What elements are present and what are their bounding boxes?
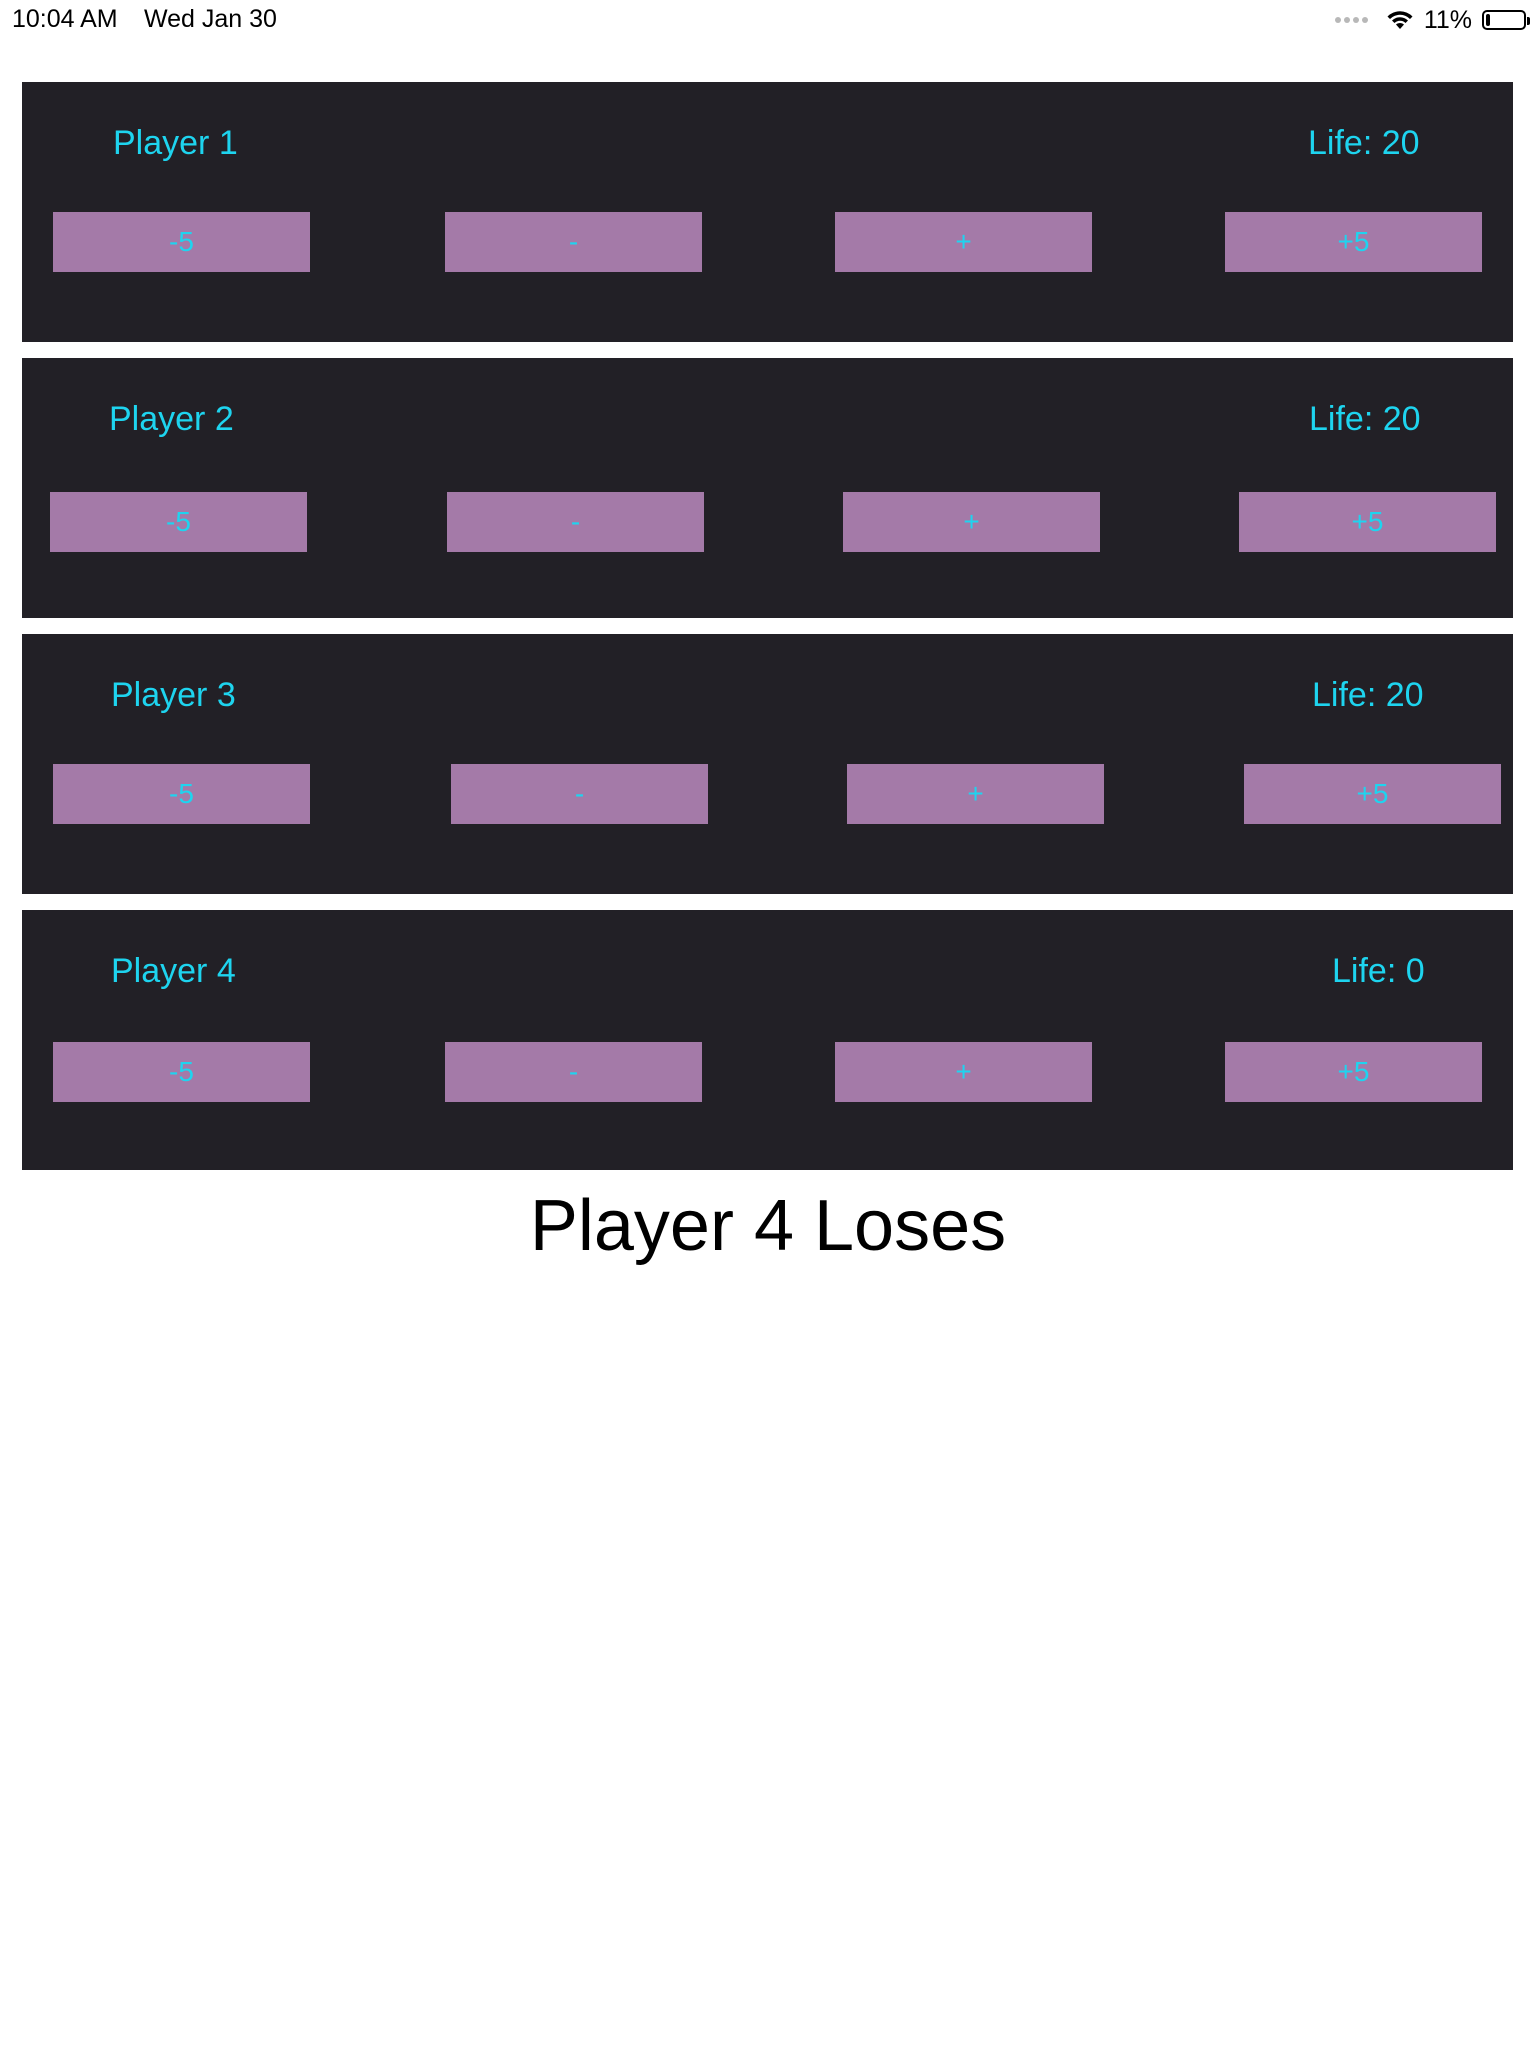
player-panel-3: Player 3 Life: 20 -5 - + +5 bbox=[22, 634, 1513, 894]
status-time: 10:04 AM bbox=[12, 5, 118, 33]
minus-five-button[interactable]: -5 bbox=[50, 492, 307, 552]
player-panel-1: Player 1 Life: 20 -5 - + +5 bbox=[22, 82, 1513, 342]
plus-one-button[interactable]: + bbox=[835, 212, 1092, 272]
battery-percent: 11% bbox=[1423, 5, 1472, 34]
minus-one-button[interactable]: - bbox=[447, 492, 704, 552]
minus-five-button[interactable]: -5 bbox=[53, 764, 310, 824]
plus-one-button[interactable]: + bbox=[847, 764, 1104, 824]
player-panel-4: Player 4 Life: 0 -5 - + +5 bbox=[22, 910, 1513, 1170]
player-life: Life: 20 bbox=[1308, 124, 1420, 162]
plus-one-button[interactable]: + bbox=[843, 492, 1100, 552]
status-indicators: 11% bbox=[1334, 5, 1530, 35]
player-name: Player 1 bbox=[113, 124, 238, 162]
plus-five-button[interactable]: +5 bbox=[1225, 212, 1482, 272]
result-message: Player 4 Loses bbox=[529, 1186, 1007, 1266]
player-life: Life: 0 bbox=[1332, 952, 1425, 990]
plus-five-button[interactable]: +5 bbox=[1244, 764, 1501, 824]
plus-one-button[interactable]: + bbox=[835, 1042, 1092, 1102]
wifi-icon bbox=[1387, 11, 1413, 29]
player-name: Player 2 bbox=[109, 400, 234, 438]
minus-five-button[interactable]: -5 bbox=[53, 1042, 310, 1102]
minus-one-button[interactable]: - bbox=[445, 212, 702, 272]
minus-one-button[interactable]: - bbox=[451, 764, 708, 824]
plus-five-button[interactable]: +5 bbox=[1239, 492, 1496, 552]
status-bar: 10:04 AM Wed Jan 30 11% bbox=[0, 0, 1536, 40]
cellular-signal-icon bbox=[1334, 17, 1368, 23]
status-date: Wed Jan 30 bbox=[144, 5, 277, 33]
minus-one-button[interactable]: - bbox=[445, 1042, 702, 1102]
plus-five-button[interactable]: +5 bbox=[1225, 1042, 1482, 1102]
player-life: Life: 20 bbox=[1309, 400, 1421, 438]
player-panel-2: Player 2 Life: 20 -5 - + +5 bbox=[22, 358, 1513, 618]
battery-icon bbox=[1482, 10, 1530, 30]
player-name: Player 4 bbox=[111, 952, 236, 990]
battery-level bbox=[1486, 14, 1490, 26]
player-name: Player 3 bbox=[111, 676, 236, 714]
player-life: Life: 20 bbox=[1312, 676, 1424, 714]
minus-five-button[interactable]: -5 bbox=[53, 212, 310, 272]
